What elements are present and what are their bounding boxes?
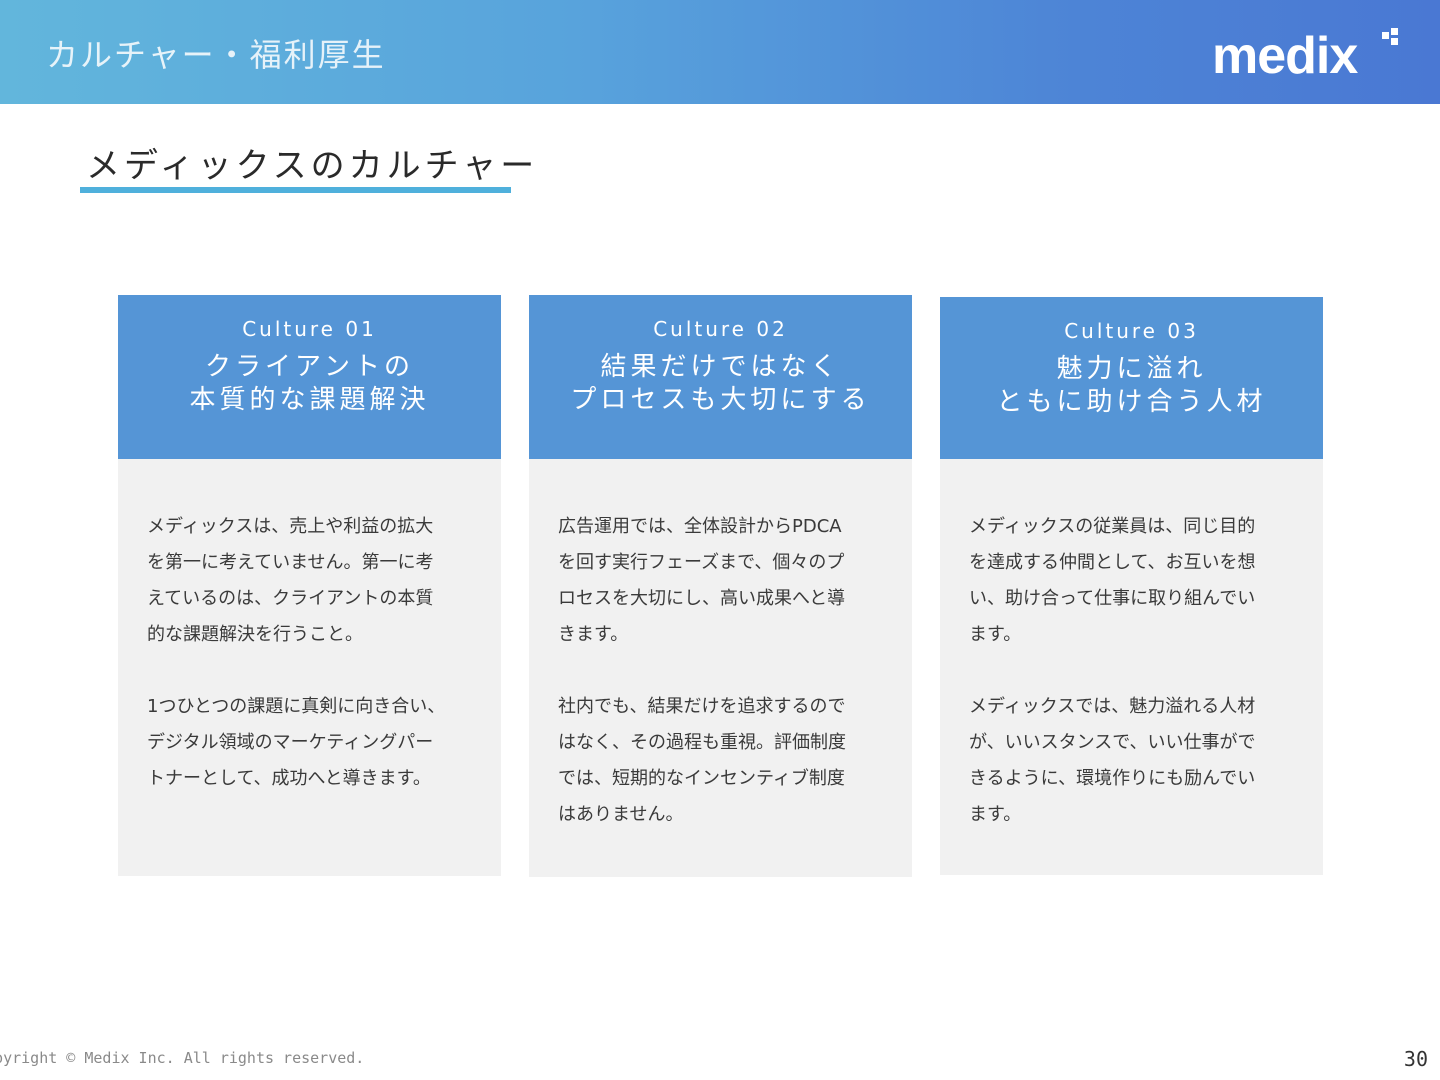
section-underline <box>80 187 511 193</box>
card-label: Culture 01 <box>242 317 377 341</box>
logo-pixel-3 <box>1391 38 1398 45</box>
culture-card-01: Culture 01 クライアントの 本質的な課題解決 メディックスは、売上や利… <box>118 295 501 876</box>
card-body: 広告運用では、全体設計からPDCA を回す実行フェーズまで、個々のプ ロセスを大… <box>529 459 912 877</box>
slide: カルチャー・福利厚生 medix メディックスのカルチャー Culture 01… <box>0 0 1440 1080</box>
card-header: Culture 02 結果だけではなく プロセスも大切にする <box>529 295 912 459</box>
card-heading-line2: プロセスも大切にする <box>570 385 871 415</box>
section-title: メディックスのカルチャー <box>86 146 539 186</box>
page-number: 30 <box>1403 1047 1428 1071</box>
card-paragraph-1: メディックスは、売上や利益の拡大 を第一に考えていません。第一に考 えているのは… <box>147 516 434 645</box>
logo-pixel-2 <box>1391 28 1398 35</box>
card-paragraph-2: メディックスでは、魅力溢れる人材 が、いいスタンスで、いい仕事がで きるように、… <box>969 696 1256 825</box>
card-heading-line1: 魅力に溢れ <box>1056 354 1207 384</box>
medix-logo: medix <box>1212 27 1398 82</box>
card-header: Culture 03 魅力に溢れ ともに助け合う人材 <box>940 297 1323 459</box>
card-header: Culture 01 クライアントの 本質的な課題解決 <box>118 295 501 459</box>
culture-card-03: Culture 03 魅力に溢れ ともに助け合う人材 メディックスの従業員は、同… <box>940 297 1323 875</box>
card-heading: 魅力に溢れ ともに助け合う人材 <box>940 353 1323 419</box>
logo-pixel-1 <box>1382 32 1389 39</box>
header-bar: カルチャー・福利厚生 medix <box>0 0 1440 104</box>
logo-text: medix <box>1212 27 1358 82</box>
card-heading-line2: 本質的な課題解決 <box>189 385 430 415</box>
card-label: Culture 03 <box>1064 319 1199 343</box>
culture-card-02: Culture 02 結果だけではなく プロセスも大切にする 広告運用では、全体… <box>529 295 912 877</box>
card-paragraph-2: 社内でも、結果だけを追求するので はなく、その過程も重視。評価制度 では、短期的… <box>558 696 846 825</box>
card-heading: クライアントの 本質的な課題解決 <box>118 351 501 417</box>
card-body: メディックスの従業員は、同じ目的 を達成する仲間として、お互いを想 い、助け合っ… <box>940 459 1323 875</box>
card-heading-line2: ともに助け合う人材 <box>996 387 1267 417</box>
card-paragraph-2: 1つひとつの課題に真剣に向き合い、 デジタル領域のマーケティングパー トナーとし… <box>147 696 446 789</box>
header-title: カルチャー・福利厚生 <box>46 36 386 74</box>
card-heading-line1: 結果だけではなく <box>600 352 841 382</box>
card-paragraph-1: 広告運用では、全体設計からPDCA を回す実行フェーズまで、個々のプ ロセスを大… <box>558 516 846 645</box>
card-heading: 結果だけではなく プロセスも大切にする <box>529 351 912 417</box>
copyright-text: Copyright © Medix Inc. All rights reserv… <box>0 1049 365 1067</box>
card-heading-line1: クライアントの <box>205 352 414 382</box>
card-body: メディックスは、売上や利益の拡大 を第一に考えていません。第一に考 えているのは… <box>118 459 501 876</box>
card-label: Culture 02 <box>653 317 788 341</box>
card-paragraph-1: メディックスの従業員は、同じ目的 を達成する仲間として、お互いを想 い、助け合っ… <box>969 516 1256 645</box>
